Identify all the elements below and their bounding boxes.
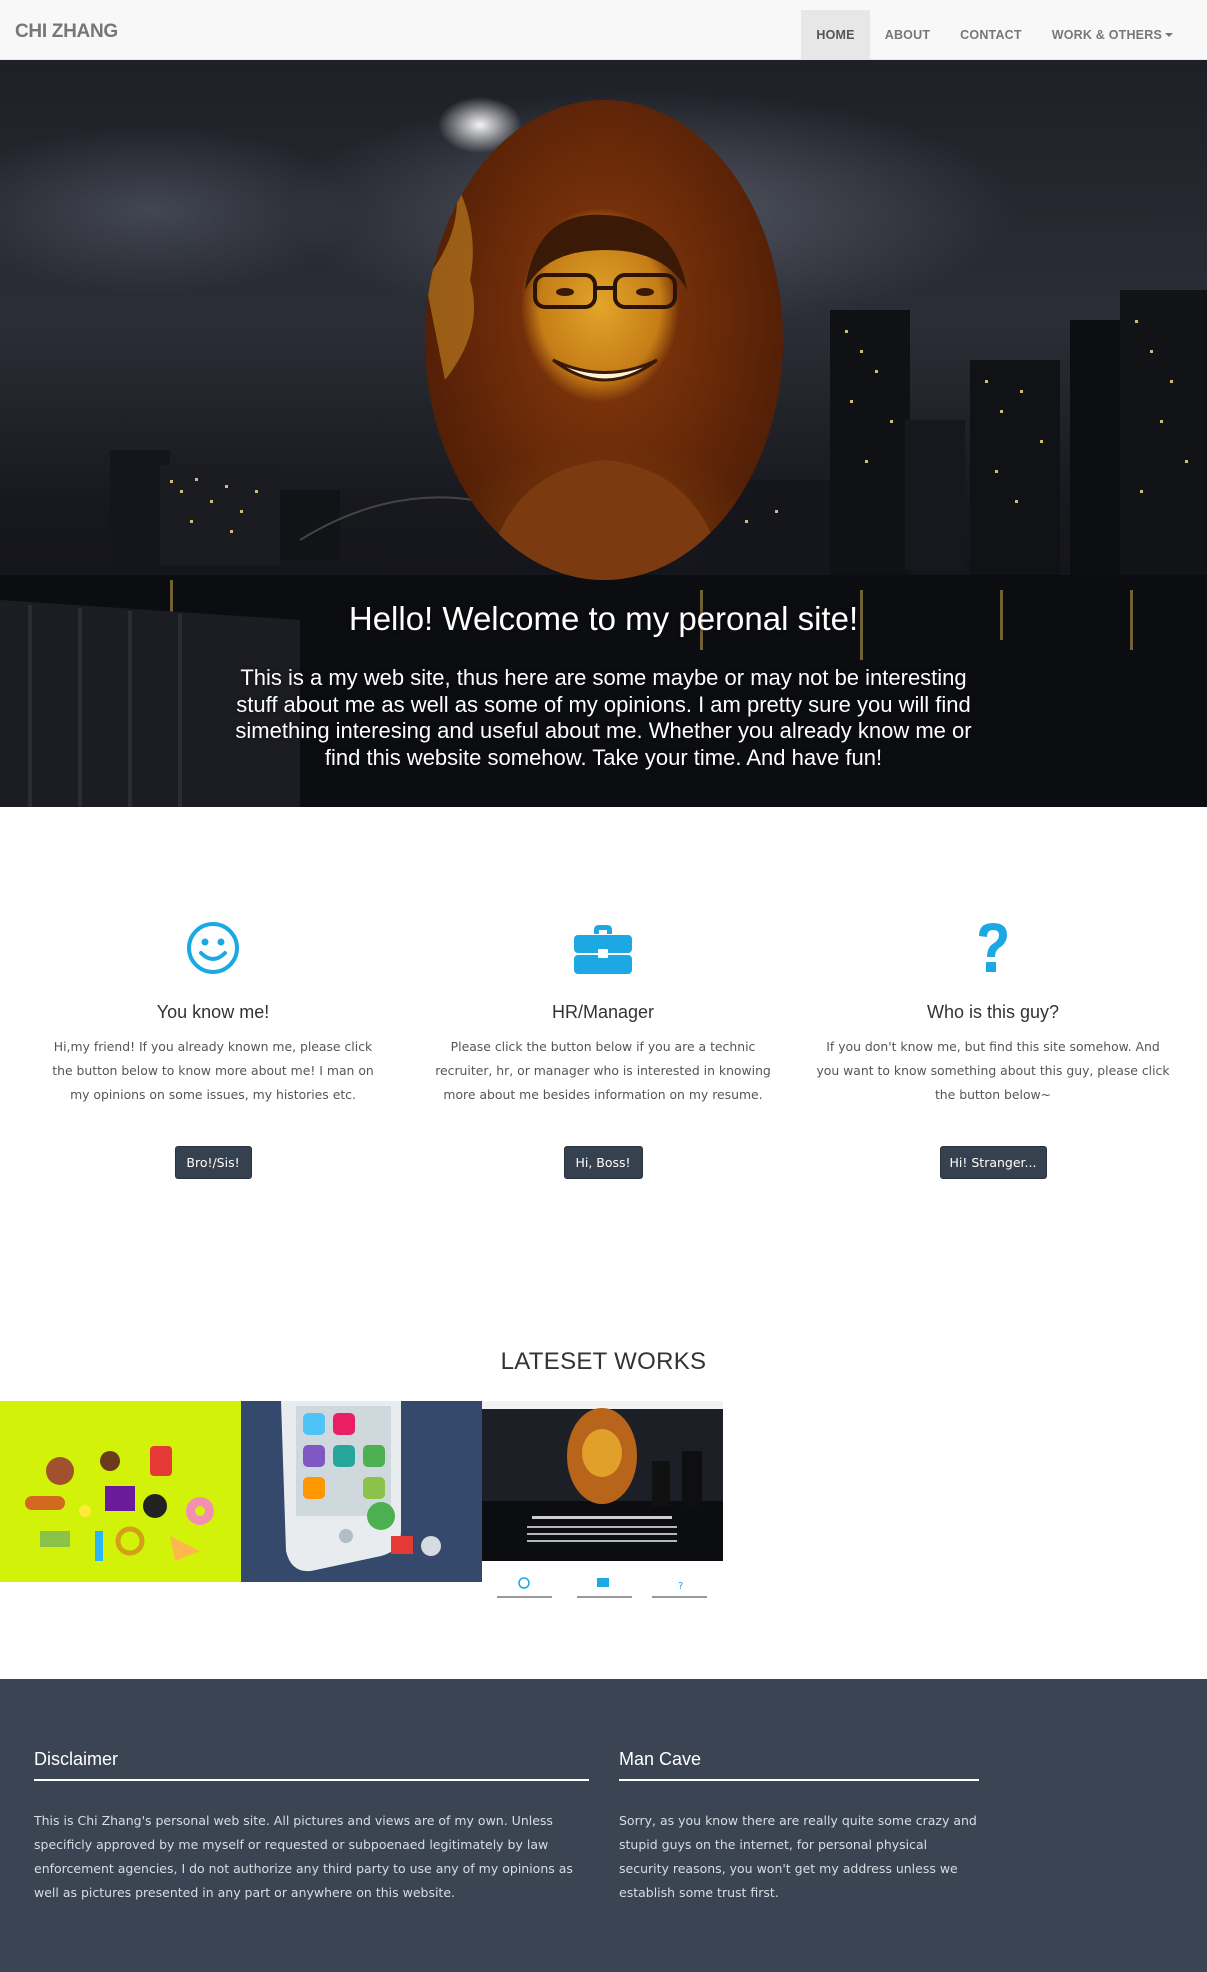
- caret-down-icon: [1165, 32, 1173, 37]
- footer: Disclaimer This is Chi Zhang's personal …: [0, 1679, 1207, 1972]
- feature-title: Who is this guy?: [926, 1002, 1060, 1022]
- footer-man-cave: Man Cave Sorry, as you know there are re…: [619, 1749, 979, 1905]
- nav-menu: HOME ABOUT CONTACT WORK & OTHERS: [801, 10, 1188, 60]
- question-icon: [813, 920, 1173, 980]
- nav-work-others-dropdown[interactable]: WORK & OTHERS: [1037, 10, 1188, 59]
- nav-home[interactable]: HOME: [801, 10, 870, 59]
- hero-title: Hello! Welcome to my peronal site!: [348, 600, 859, 637]
- nav-contact-label: CONTACT: [960, 27, 1022, 42]
- profile-photo: [425, 100, 783, 580]
- man-cave-text: Sorry, as you know there are really quit…: [619, 1813, 977, 1900]
- nav-about-label: ABOUT: [884, 27, 931, 42]
- hi-boss-button[interactable]: Hi, Boss!: [563, 1146, 643, 1179]
- feature-title: You know me!: [156, 1002, 270, 1022]
- brand-logo[interactable]: CHI ZHANG: [15, 21, 118, 43]
- hero-intro-text: This is a my web site, thus here are som…: [235, 665, 972, 770]
- smile-icon: [33, 920, 393, 980]
- briefcase-icon: [423, 920, 783, 980]
- feature-description: Hi,my friend! If you already known me, p…: [52, 1039, 374, 1102]
- feature-title: HR/Manager: [551, 1002, 655, 1022]
- disclaimer-heading: Disclaimer: [34, 1749, 589, 1781]
- disclaimer-text: This is Chi Zhang's personal web site. A…: [34, 1813, 573, 1900]
- navbar: CHI ZHANG HOME ABOUT CONTACT WORK & OTHE…: [0, 0, 1207, 60]
- bro-sis-button[interactable]: Bro!/Sis!: [174, 1146, 252, 1179]
- hi-stranger-button[interactable]: Hi! Stranger...: [939, 1146, 1047, 1179]
- work-thumbnail-food-illustration[interactable]: [0, 1401, 241, 1582]
- feature-you-know-me: You know me! Hi,my friend! If you alread…: [33, 920, 393, 1179]
- feature-hr-manager: HR/Manager Please click the button below…: [423, 920, 783, 1179]
- hero-section: Hello! Welcome to my peronal site! This …: [0, 60, 1207, 807]
- nav-home-label: HOME: [816, 27, 855, 42]
- nav-about[interactable]: ABOUT: [870, 10, 945, 59]
- footer-disclaimer: Disclaimer This is Chi Zhang's personal …: [34, 1749, 589, 1905]
- latest-works-title: LATESET WORKS: [500, 1348, 707, 1375]
- feature-who-is-this-guy: Who is this guy? If you don't know me, b…: [813, 920, 1173, 1179]
- nav-contact[interactable]: CONTACT: [945, 10, 1037, 59]
- feature-description: Please click the button below if you are…: [435, 1039, 771, 1102]
- nav-work-others-label: WORK & OTHERS: [1051, 27, 1162, 42]
- feature-description: If you don't know me, but find this site…: [816, 1039, 1170, 1102]
- work-thumbnail-personal-site[interactable]: ?: [482, 1401, 723, 1616]
- work-thumbnail-phone-illustration[interactable]: [241, 1401, 482, 1582]
- man-cave-heading: Man Cave: [619, 1749, 979, 1781]
- svg-text:?: ?: [678, 1581, 683, 1592]
